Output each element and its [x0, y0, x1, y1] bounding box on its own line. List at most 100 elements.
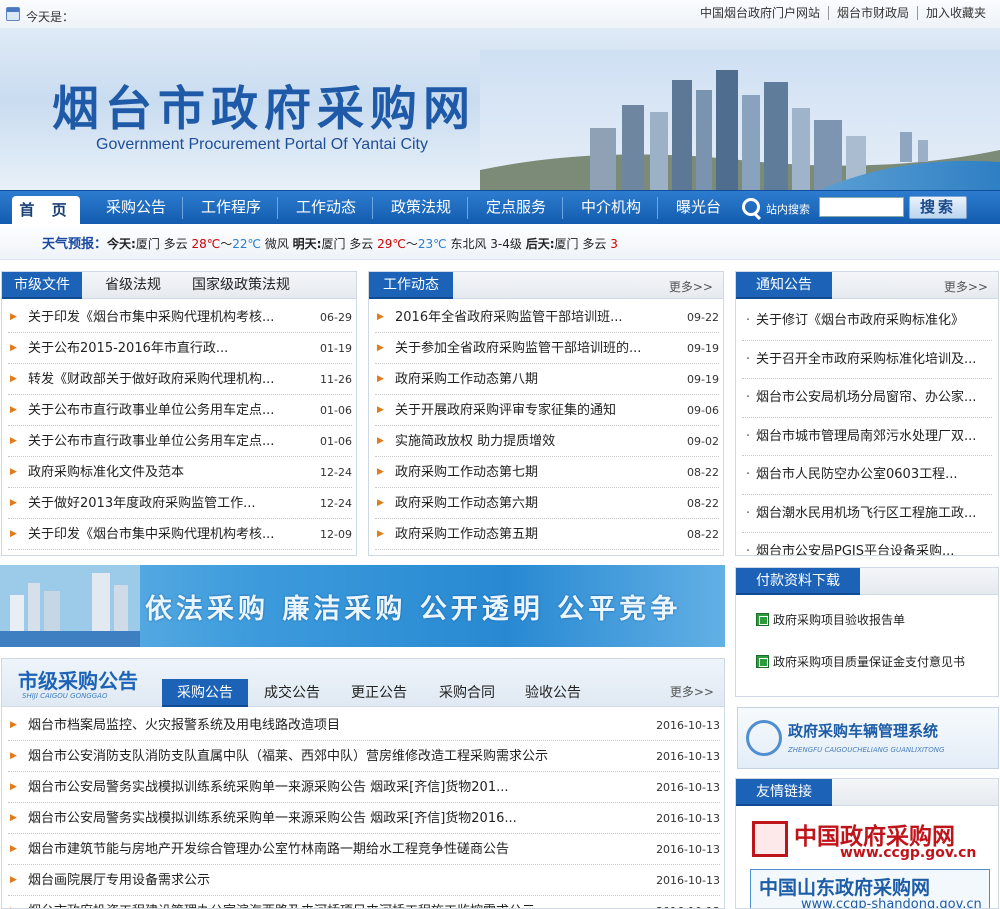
item-title[interactable]: 关于召开全市政府采购标准化培训及...: [756, 341, 976, 379]
item-title[interactable]: 关于公布2015-2016年市直行政...: [28, 333, 228, 364]
list-item[interactable]: · 关于修订《烟台市政府采购标准化》: [742, 302, 992, 341]
list-item[interactable]: ▶ 关于开展政府采购评审专家征集的通知 09-06: [375, 395, 719, 426]
search-button[interactable]: 搜索: [909, 196, 967, 219]
item-title[interactable]: 烟台市档案局监控、火灾报警系统及用电线路改造项目: [28, 710, 340, 741]
list-item[interactable]: ▶ 实施简政放权 助力提质增效 09-02: [375, 426, 719, 457]
download-item-label[interactable]: 政府采购项目验收报告单: [773, 613, 905, 627]
nav-policies[interactable]: 政策法规: [391, 191, 451, 225]
item-title[interactable]: 关于参加全省政府采购监管干部培训班的...: [395, 333, 641, 364]
item-title[interactable]: 烟台市建筑节能与房地产开发综合管理办公室竹林南路一期给水工程竞争性磋商公告: [28, 834, 509, 865]
item-date: 08-22: [687, 466, 719, 479]
tab-friendly-links[interactable]: 友情链接: [736, 779, 832, 806]
item-title[interactable]: 烟台市公安局机场分局窗帘、办公家...: [756, 379, 976, 417]
tab-work-news[interactable]: 工作动态: [369, 272, 453, 299]
list-item[interactable]: ▶ 烟台市档案局监控、火灾报警系统及用电线路改造项目 2016-10-13: [8, 710, 720, 741]
list-item[interactable]: ▶ 关于做好2013年度政府采购监管工作... 12-24: [8, 488, 352, 519]
item-title[interactable]: 关于公布市直行政事业单位公务用车定点...: [28, 426, 274, 457]
list-item[interactable]: ▶ 烟台市政府投资工程建设管理办公室滨海西路及夹河桥项目夹河桥工程施工监控需求公示…: [8, 896, 720, 908]
item-title[interactable]: 政府采购标准化文件及范本: [28, 457, 184, 488]
link-yantai-gov[interactable]: 中国烟台政府门户网站: [692, 6, 828, 20]
list-item[interactable]: ▶ 政府采购工作动态第八期 09-19: [375, 364, 719, 395]
tab-acceptance-notice[interactable]: 验收公告: [525, 679, 581, 707]
item-date: 08-22: [687, 528, 719, 541]
tab-provincial-rules[interactable]: 省级法规: [105, 272, 161, 299]
list-item[interactable]: ▶ 关于参加全省政府采购监管干部培训班的... 09-19: [375, 333, 719, 364]
item-title[interactable]: 烟台市公安局PGIS平台设备采购...: [756, 533, 954, 555]
nav-work-news[interactable]: 工作动态: [296, 191, 356, 225]
item-title[interactable]: 转发《财政部关于做好政府采购代理机构...: [28, 364, 274, 395]
tab-correction-notice[interactable]: 更正公告: [351, 679, 407, 707]
list-item[interactable]: ▶ 烟台市公安局警务实战模拟训练系统采购单一来源采购公告 烟政采[齐信]货物201…: [8, 803, 720, 834]
list-item[interactable]: ▶ 政府采购工作动态第六期 08-22: [375, 488, 719, 519]
nav-procurement-notice[interactable]: 采购公告: [106, 191, 166, 225]
weather-dayafter-label: 后天:: [525, 237, 555, 251]
list-item[interactable]: ▶ 政府采购工作动态第五期 08-22: [375, 519, 719, 550]
tab-deal-notice[interactable]: 成交公告: [264, 679, 320, 707]
download-item[interactable]: 政府采购项目质量保证金支付意见书: [756, 653, 965, 670]
list-item[interactable]: ▶ 烟台市建筑节能与房地产开发综合管理办公室竹林南路一期给水工程竞争性磋商公告 20…: [8, 834, 720, 865]
tab-notices[interactable]: 通知公告: [736, 272, 832, 299]
item-title[interactable]: 烟台市人民防空办公室0603工程...: [756, 456, 957, 494]
item-title[interactable]: 烟台市城市管理局南郊污水处理厂双...: [756, 418, 976, 456]
list-item[interactable]: · 烟台市公安局PGIS平台设备采购...: [742, 533, 992, 555]
list-item[interactable]: ▶ 关于公布2015-2016年市直行政... 01-19: [8, 333, 352, 364]
tab-national-policies[interactable]: 国家级政策法规: [192, 272, 290, 299]
item-title[interactable]: 关于做好2013年度政府采购监管工作...: [28, 488, 255, 519]
item-title[interactable]: 烟台市公安消防支队消防支队直属中队（福莱、西郊中队）营房维修改造工程采购需求公示: [28, 741, 548, 772]
nav-home[interactable]: 首 页: [12, 196, 80, 226]
download-item-label[interactable]: 政府采购项目质量保证金支付意见书: [773, 655, 965, 669]
item-title[interactable]: 关于公布市直行政事业单位公务用车定点...: [28, 395, 274, 426]
item-title[interactable]: 烟台画院展厅专用设备需求公示: [28, 865, 210, 896]
item-title[interactable]: 烟台市公安局警务实战模拟训练系统采购单一来源采购公告 烟政采[齐信]货物201.…: [28, 772, 509, 803]
item-title[interactable]: 关于修订《烟台市政府采购标准化》: [756, 302, 964, 340]
search-input[interactable]: [819, 197, 904, 217]
item-title[interactable]: 政府采购工作动态第七期: [395, 457, 538, 488]
tab-download[interactable]: 付款资料下载: [736, 568, 860, 595]
item-title[interactable]: 关于印发《烟台市集中采购代理机构考核...: [28, 519, 274, 550]
more-link[interactable]: 更多>>: [669, 278, 713, 295]
ccgp-link[interactable]: 中国政府采购网 www.ccgp.gov.cn: [750, 817, 990, 863]
list-item[interactable]: · 烟台潮水民用机场飞行区工程施工政...: [742, 495, 992, 533]
list-item[interactable]: · 烟台市人民防空办公室0603工程...: [742, 456, 992, 495]
list-item[interactable]: · 烟台市城市管理局南郊污水处理厂双...: [742, 418, 992, 456]
list-item[interactable]: · 关于召开全市政府采购标准化培训及...: [742, 341, 992, 379]
calendar-icon: [6, 7, 20, 21]
list-item[interactable]: ▶ 烟台市公安局警务实战模拟训练系统采购单一来源采购公告 烟政采[齐信]货物201…: [8, 772, 720, 803]
vehicle-system-banner[interactable]: 政府采购车辆管理系统 ZHENGFU CAIGOUCHELIANG GUANLI…: [737, 707, 999, 769]
item-title[interactable]: 烟台市公安局警务实战模拟训练系统采购单一来源采购公告 烟政采[齐信]货物2016…: [28, 803, 517, 834]
list-item[interactable]: ▶ 2016年全省政府采购监管干部培训班... 09-22: [375, 302, 719, 333]
list-item[interactable]: ▶ 政府采购标准化文件及范本 12-24: [8, 457, 352, 488]
nav-exposure[interactable]: 曝光台: [676, 191, 721, 225]
link-add-favorite[interactable]: 加入收藏夹: [916, 6, 994, 20]
link-finance-bureau[interactable]: 烟台市财政局: [827, 6, 917, 20]
item-title[interactable]: 政府采购工作动态第八期: [395, 364, 538, 395]
item-title[interactable]: 政府采购工作动态第六期: [395, 488, 538, 519]
item-title[interactable]: 关于印发《烟台市集中采购代理机构考核...: [28, 302, 274, 333]
nav-agencies[interactable]: 中介机构: [581, 191, 641, 225]
list-item[interactable]: ▶ 烟台画院展厅专用设备需求公示 2016-10-13: [8, 865, 720, 896]
more-link[interactable]: 更多>>: [670, 683, 714, 700]
list-item[interactable]: · 烟台市公安局机场分局窗帘、办公家...: [742, 379, 992, 418]
nav-work-procedure[interactable]: 工作程序: [201, 191, 261, 225]
nav-designated-service[interactable]: 定点服务: [486, 191, 546, 225]
item-title[interactable]: 2016年全省政府采购监管干部培训班...: [395, 302, 622, 333]
list-item[interactable]: ▶ 关于公布市直行政事业单位公务用车定点... 01-06: [8, 395, 352, 426]
list-item[interactable]: ▶ 关于印发《烟台市集中采购代理机构考核... 12-09: [8, 519, 352, 550]
download-item[interactable]: 政府采购项目验收报告单: [756, 611, 905, 628]
shandong-link[interactable]: 中国山东政府采购网 www.ccgp-shandong.gov.cn: [750, 869, 990, 908]
item-title[interactable]: 烟台市政府投资工程建设管理办公室滨海西路及夹河桥项目夹河桥工程施工监控需求公示: [28, 896, 535, 908]
weather-today-wind: 微风: [264, 237, 289, 251]
list-item[interactable]: ▶ 政府采购工作动态第七期 08-22: [375, 457, 719, 488]
tab-city-files[interactable]: 市级文件: [2, 272, 82, 299]
list-item[interactable]: ▶ 关于公布市直行政事业单位公务用车定点... 01-06: [8, 426, 352, 457]
item-title[interactable]: 政府采购工作动态第五期: [395, 519, 538, 550]
item-title[interactable]: 关于开展政府采购评审专家征集的通知: [395, 395, 616, 426]
item-title[interactable]: 实施简政放权 助力提质增效: [395, 426, 555, 457]
list-item[interactable]: ▶ 关于印发《烟台市集中采购代理机构考核... 06-29: [8, 302, 352, 333]
tab-procurement-notice[interactable]: 采购公告: [162, 679, 248, 707]
tab-contract[interactable]: 采购合同: [439, 679, 495, 707]
more-link[interactable]: 更多>>: [944, 278, 988, 295]
list-item[interactable]: ▶ 烟台市公安消防支队消防支队直属中队（福莱、西郊中队）营房维修改造工程采购需求公…: [8, 741, 720, 772]
list-item[interactable]: ▶ 转发《财政部关于做好政府采购代理机构... 11-26: [8, 364, 352, 395]
item-title[interactable]: 烟台潮水民用机场飞行区工程施工政...: [756, 495, 976, 533]
